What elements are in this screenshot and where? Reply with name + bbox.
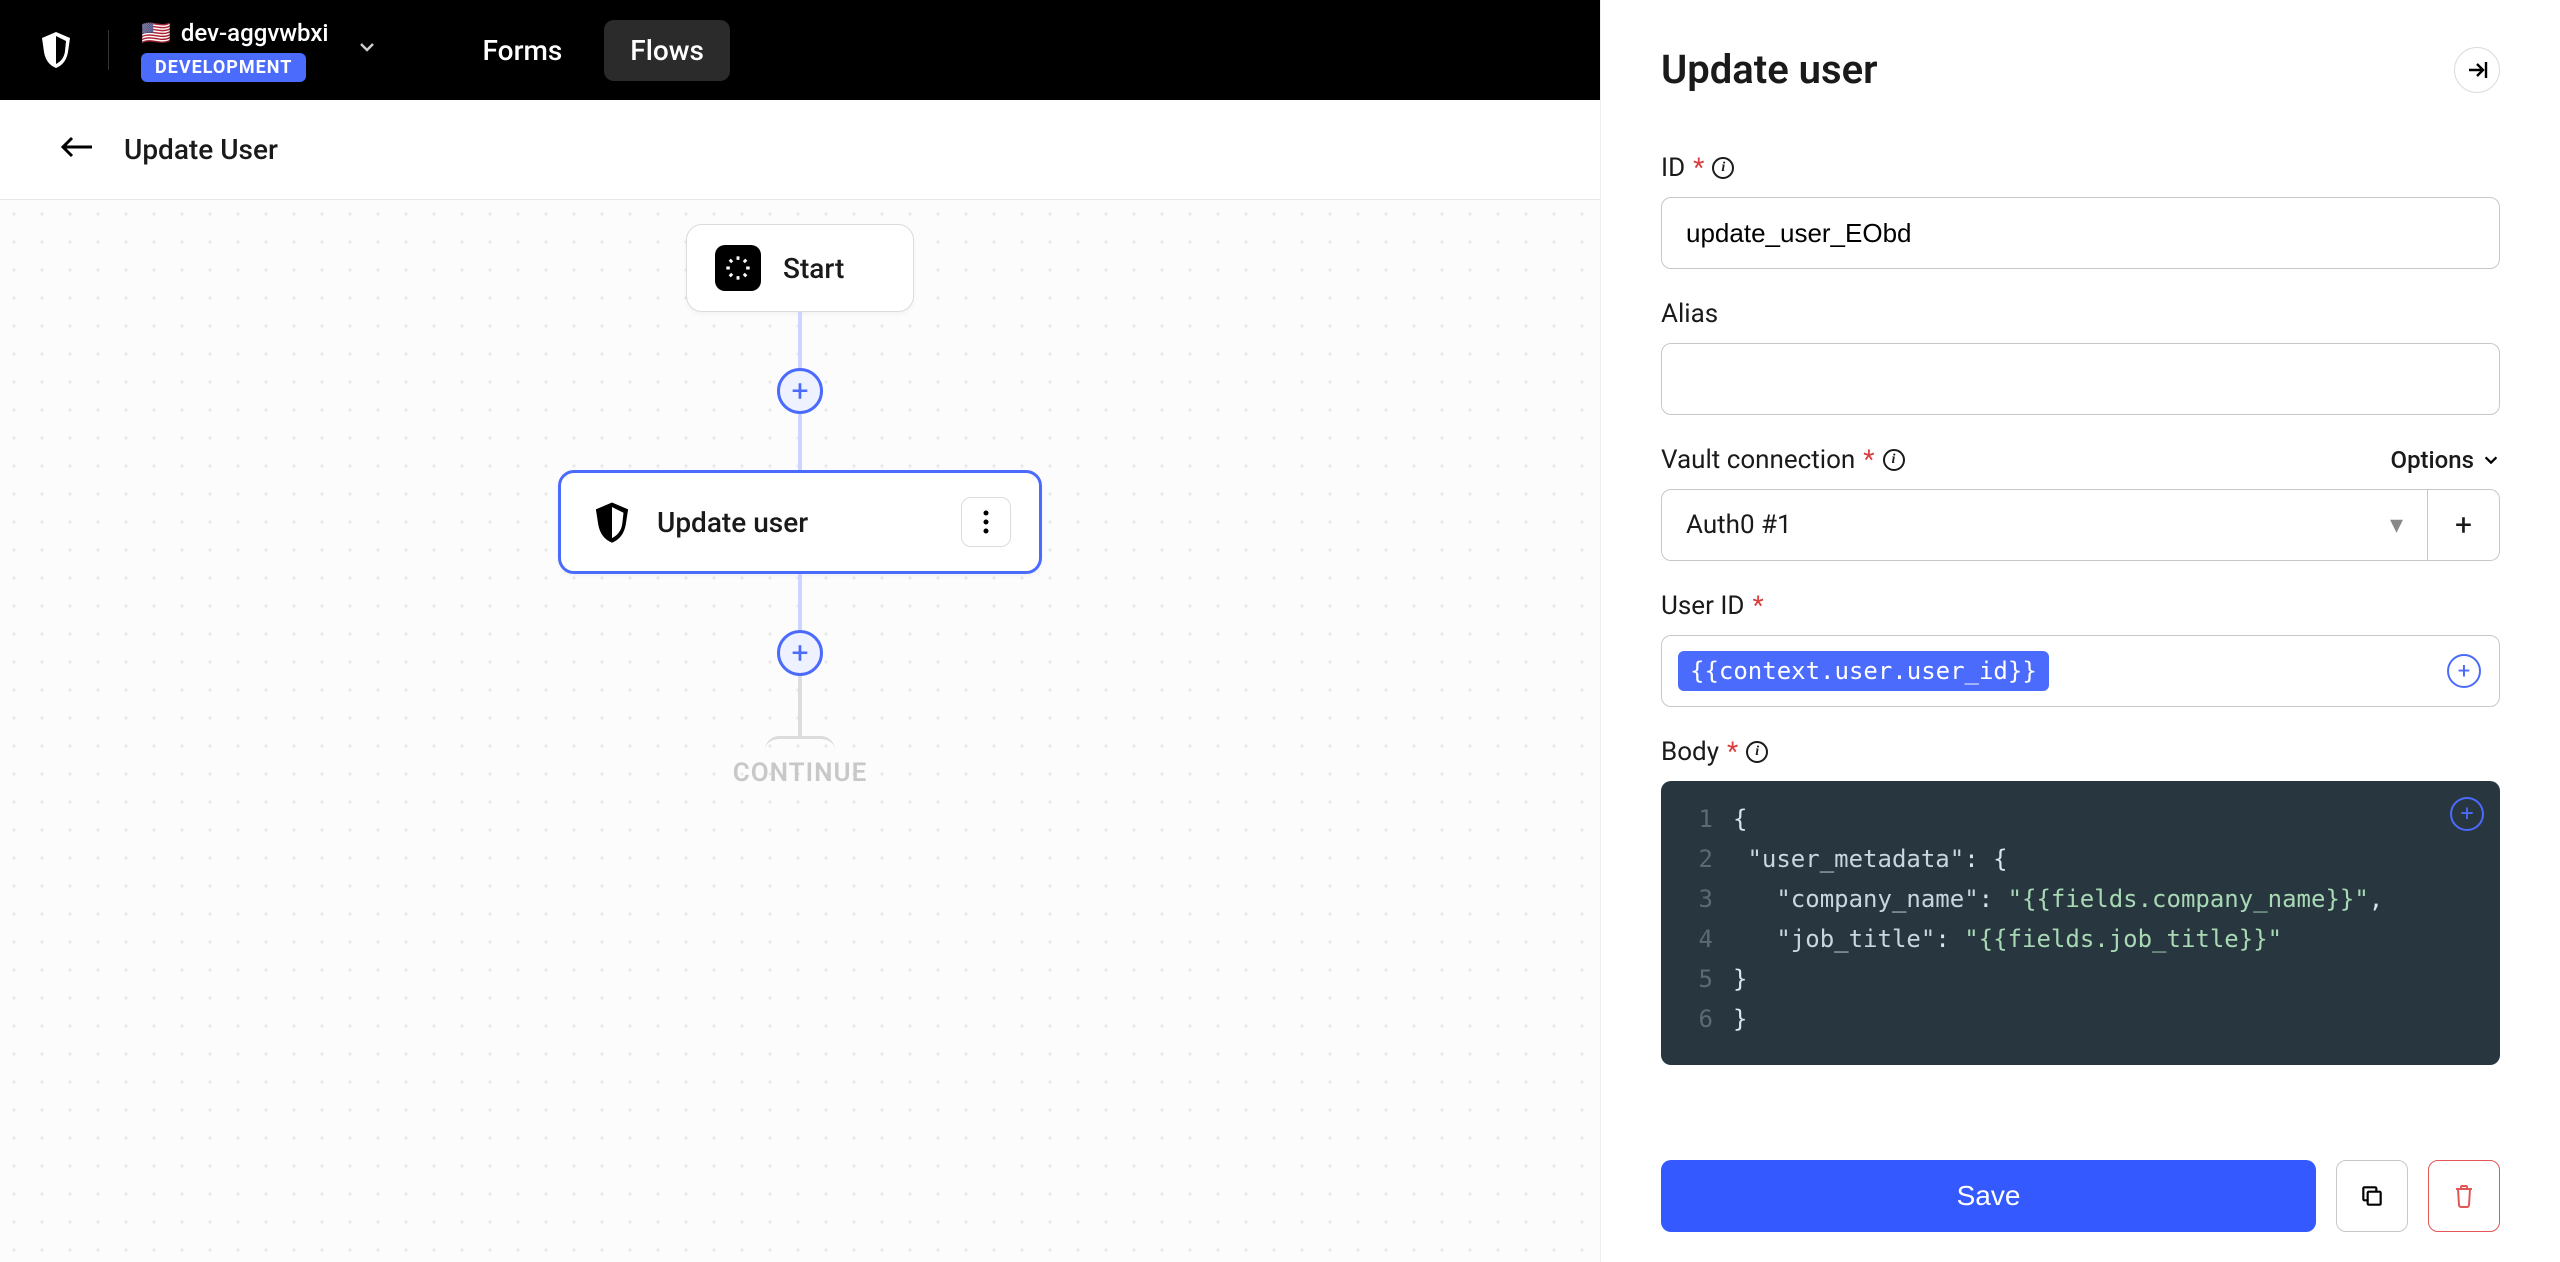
user-id-token: {{context.user.user_id}}	[1678, 651, 2049, 691]
info-icon[interactable]: i	[1883, 449, 1905, 471]
required-mark: *	[1863, 445, 1874, 475]
save-button[interactable]: Save	[1661, 1160, 2316, 1232]
info-icon[interactable]: i	[1746, 741, 1768, 763]
flag-icon: 🇺🇸	[141, 19, 171, 47]
insert-variable-button[interactable]: +	[2447, 654, 2481, 688]
chevron-down-icon[interactable]	[349, 29, 385, 71]
side-panel: Update user ID * i Alias	[1600, 0, 2560, 1262]
gear-icon	[715, 245, 761, 291]
flow-node-update-user[interactable]: Update user	[558, 470, 1042, 574]
top-nav: Forms Flows	[457, 20, 730, 81]
delete-button[interactable]	[2428, 1160, 2500, 1232]
collapse-panel-button[interactable]	[2454, 47, 2500, 93]
flow-node-start[interactable]: Start	[686, 224, 914, 312]
panel-title: Update user	[1661, 46, 2454, 93]
flow-node-start-label: Start	[783, 252, 844, 285]
info-icon[interactable]: i	[1712, 157, 1734, 179]
node-menu-button[interactable]	[961, 497, 1011, 547]
label-alias: Alias	[1661, 299, 1718, 329]
insert-variable-button[interactable]: +	[2450, 797, 2484, 831]
app-logo-icon	[36, 30, 76, 70]
flow-node-label: Update user	[657, 506, 808, 539]
body-editor[interactable]: + 1{ 2 "user_metadata": { 3 "company_nam…	[1661, 781, 2500, 1065]
add-vault-button[interactable]: +	[2428, 489, 2500, 561]
user-id-field[interactable]: {{context.user.user_id}} +	[1661, 635, 2500, 707]
label-id: ID	[1661, 153, 1685, 183]
options-label: Options	[2391, 446, 2474, 474]
env-badge: DEVELOPMENT	[141, 53, 306, 82]
shield-icon	[589, 499, 635, 545]
caret-down-icon: ▾	[2390, 510, 2403, 540]
divider	[108, 30, 109, 70]
copy-button[interactable]	[2336, 1160, 2408, 1232]
nav-flows[interactable]: Flows	[604, 20, 730, 81]
flow-canvas[interactable]: Start + Update user + CONTINUE	[0, 200, 1600, 1262]
vault-select[interactable]: Auth0 #1 ▾	[1661, 489, 2428, 561]
back-button[interactable]	[60, 132, 94, 167]
label-user-id: User ID	[1661, 591, 1744, 621]
label-vault: Vault connection	[1661, 445, 1855, 475]
vault-select-value: Auth0 #1	[1686, 510, 1792, 540]
flow-continue-label: CONTINUE	[500, 758, 1100, 788]
label-body: Body	[1661, 737, 1719, 767]
required-mark: *	[1693, 153, 1704, 183]
page-title: Update User	[124, 133, 278, 166]
add-node-button[interactable]: +	[777, 368, 823, 414]
tenant-selector[interactable]: 🇺🇸 dev-aggvwbxi DEVELOPMENT	[141, 19, 385, 82]
nav-forms[interactable]: Forms	[457, 20, 589, 81]
options-link[interactable]: Options	[2391, 446, 2500, 474]
alias-field[interactable]	[1661, 343, 2500, 415]
add-node-button[interactable]: +	[777, 630, 823, 676]
required-mark: *	[1752, 591, 1763, 621]
tenant-name: dev-aggvwbxi	[181, 19, 329, 47]
required-mark: *	[1727, 737, 1738, 767]
id-field[interactable]	[1661, 197, 2500, 269]
